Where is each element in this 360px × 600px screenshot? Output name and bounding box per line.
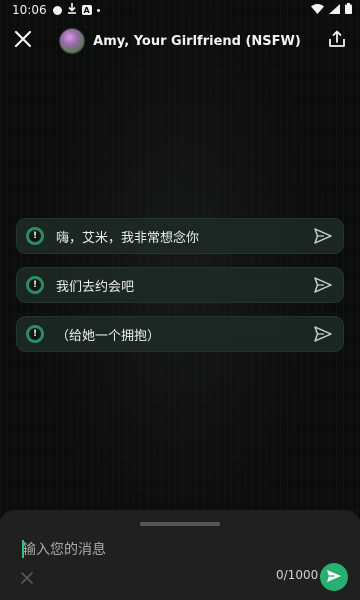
clear-icon[interactable]: [20, 570, 34, 584]
battery-icon: [345, 3, 352, 17]
alert-icon: !: [26, 325, 44, 343]
chat-header: Amy, Your Girlfriend (NSFW): [0, 22, 360, 60]
status-right: [311, 3, 352, 17]
send-suggestion-icon[interactable]: [313, 226, 333, 246]
status-left: 10:06 A: [12, 3, 100, 17]
status-bar: 10:06 A: [0, 0, 360, 20]
notification-dot-icon: [52, 5, 62, 15]
text-caret: [22, 540, 24, 558]
suggestion-text: （给她一个拥抱）: [56, 328, 161, 344]
character-counter: 0/1000: [276, 568, 319, 582]
chat-title-group[interactable]: Amy, Your Girlfriend (NSFW): [59, 28, 301, 54]
send-button[interactable]: [320, 563, 348, 591]
share-button[interactable]: [324, 28, 350, 54]
send-icon: [326, 568, 342, 587]
suggestion-item[interactable]: ! （给她一个拥抱）: [16, 316, 344, 352]
alert-icon: !: [26, 276, 44, 294]
close-icon: [14, 30, 32, 52]
alert-icon: !: [26, 227, 44, 245]
signal-icon: [329, 3, 340, 17]
message-composer: 0/1000: [0, 510, 360, 600]
app-a-icon: A: [81, 5, 92, 15]
download-icon: [67, 3, 77, 17]
dot-icon: [96, 8, 100, 12]
status-notification-icons: A: [52, 3, 100, 17]
send-suggestion-icon[interactable]: [313, 275, 333, 295]
suggestion-text: 嗨，艾米，我非常想念你: [56, 230, 200, 246]
close-button[interactable]: [10, 28, 36, 54]
suggestion-item[interactable]: ! 嗨，艾米，我非常想念你: [16, 218, 344, 254]
page-title: Amy, Your Girlfriend (NSFW): [93, 33, 301, 49]
status-time: 10:06: [12, 3, 47, 17]
chat-screen: 10:06 A Amy, Your Girlfriend (NSFW) ! 嗨，…: [0, 0, 360, 600]
drag-handle[interactable]: [140, 522, 220, 526]
share-icon: [328, 30, 346, 52]
wifi-icon: [311, 3, 324, 17]
suggestion-item[interactable]: ! 我们去约会吧: [16, 267, 344, 303]
send-suggestion-icon[interactable]: [313, 324, 333, 344]
suggestion-text: 我们去约会吧: [56, 279, 135, 295]
avatar: [59, 28, 86, 54]
message-input[interactable]: [22, 538, 322, 562]
suggested-replies: ! 嗨，艾米，我非常想念你 ! 我们去约会吧 ! （给她一个拥抱）: [16, 218, 344, 352]
